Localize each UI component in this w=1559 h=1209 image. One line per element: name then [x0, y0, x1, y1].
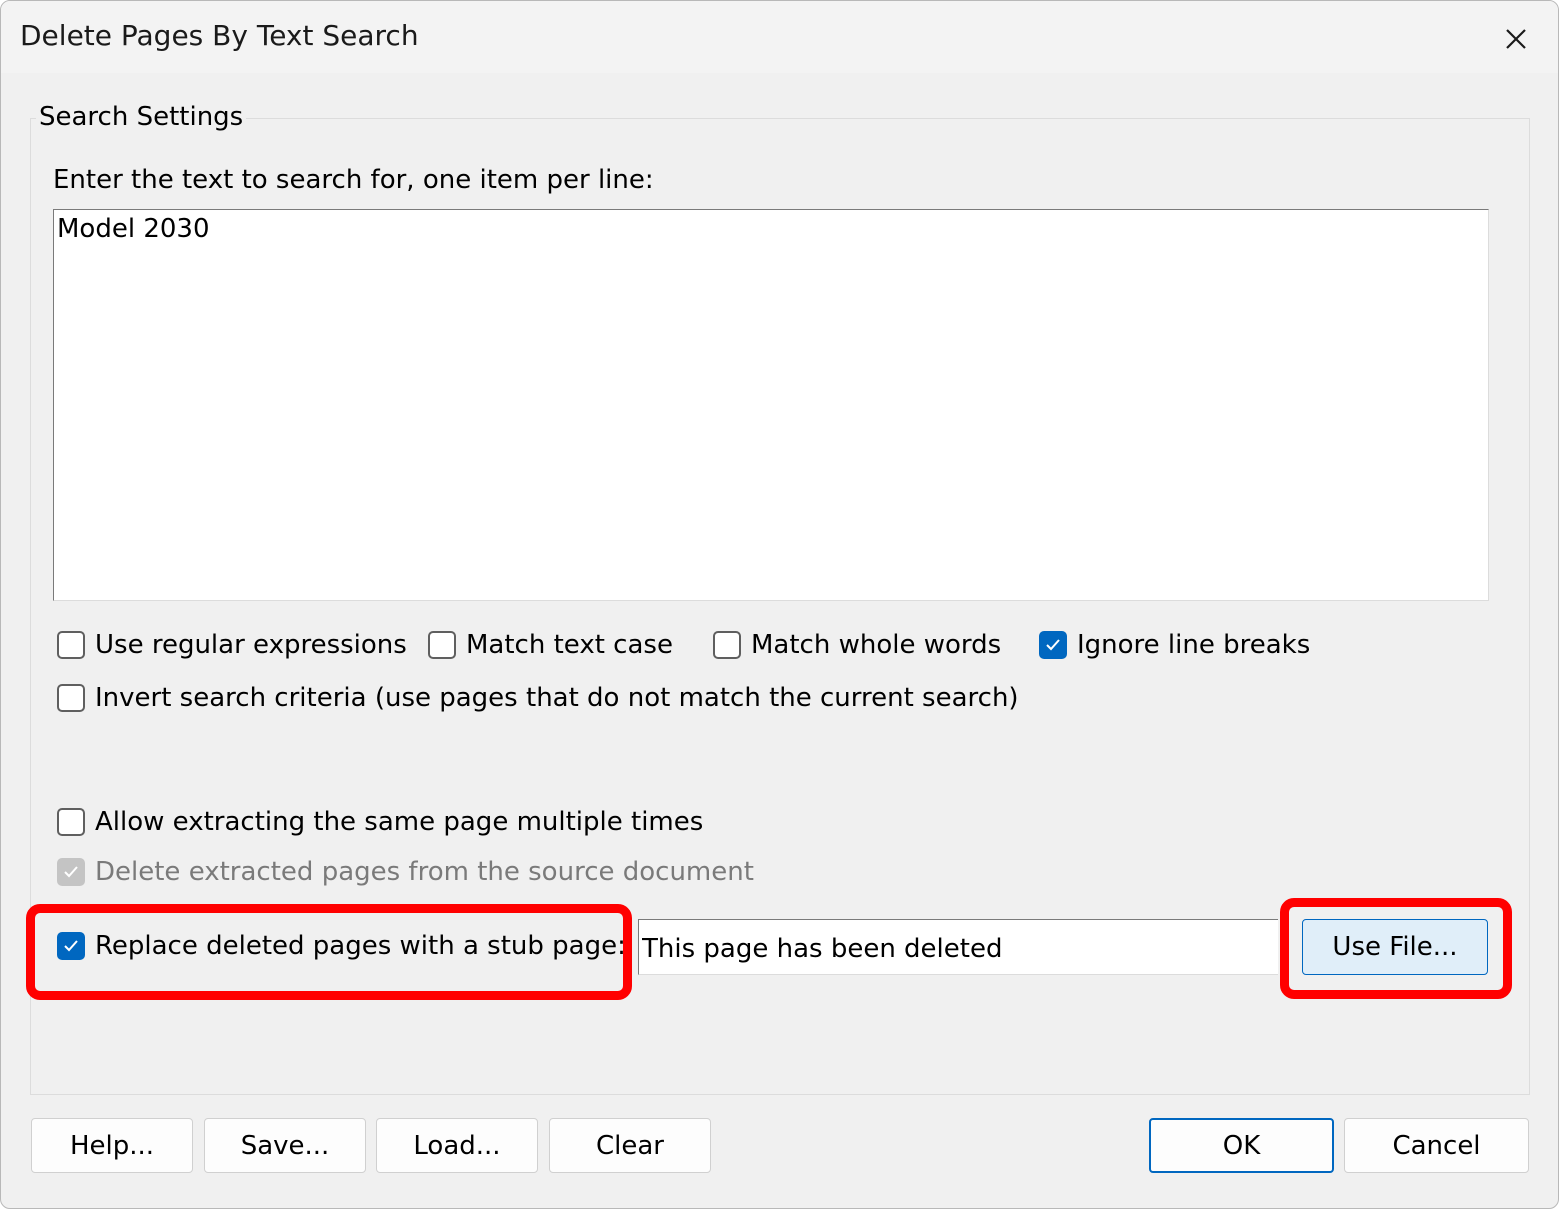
group-title: Search Settings [36, 102, 247, 132]
match-case-label: Match text case [466, 630, 673, 660]
match-case-checkbox[interactable]: Match text case [428, 630, 673, 660]
delete-source-checkbox: Delete extracted pages from the source d… [57, 857, 754, 887]
checkbox-box [57, 684, 85, 712]
allow-multi-label: Allow extracting the same page multiple … [95, 807, 704, 837]
dialog-title: Delete Pages By Text Search [20, 19, 419, 52]
ignore-breaks-checkbox[interactable]: Ignore line breaks [1039, 630, 1310, 660]
whole-words-label: Match whole words [751, 630, 1002, 660]
stub-text-input[interactable] [638, 919, 1278, 975]
ignore-breaks-label: Ignore line breaks [1077, 630, 1311, 660]
title-bar: Delete Pages By Text Search [1, 1, 1558, 73]
search-textarea[interactable]: Model 2030 [53, 209, 1489, 601]
dialog-window: Delete Pages By Text Search Search Setti… [0, 0, 1559, 1209]
regex-label: Use regular expressions [95, 630, 407, 660]
cancel-button[interactable]: Cancel [1344, 1118, 1529, 1173]
checkbox-box [57, 858, 85, 886]
checkbox-box [57, 631, 85, 659]
checkbox-box [1039, 631, 1067, 659]
load-button[interactable]: Load... [376, 1118, 538, 1173]
highlight-replace-stub [26, 904, 632, 1000]
close-button[interactable] [1496, 19, 1536, 59]
close-icon [1506, 29, 1526, 49]
invert-checkbox[interactable]: Invert search criteria (use pages that d… [57, 683, 1019, 713]
highlight-use-file [1280, 898, 1512, 999]
checkmark-icon [64, 866, 78, 878]
whole-words-checkbox[interactable]: Match whole words [713, 630, 1001, 660]
allow-multi-checkbox[interactable]: Allow extracting the same page multiple … [57, 807, 703, 837]
checkmark-icon [1046, 639, 1060, 651]
help-button[interactable]: Help... [31, 1118, 193, 1173]
invert-label: Invert search criteria (use pages that d… [95, 683, 1019, 713]
delete-source-label: Delete extracted pages from the source d… [95, 857, 754, 887]
clear-button[interactable]: Clear [549, 1118, 711, 1173]
checkbox-box [57, 808, 85, 836]
save-button[interactable]: Save... [204, 1118, 366, 1173]
ok-button[interactable]: OK [1149, 1118, 1334, 1173]
checkbox-box [713, 631, 741, 659]
checkbox-box [428, 631, 456, 659]
regex-checkbox[interactable]: Use regular expressions [57, 630, 407, 660]
search-label: Enter the text to search for, one item p… [53, 165, 654, 195]
